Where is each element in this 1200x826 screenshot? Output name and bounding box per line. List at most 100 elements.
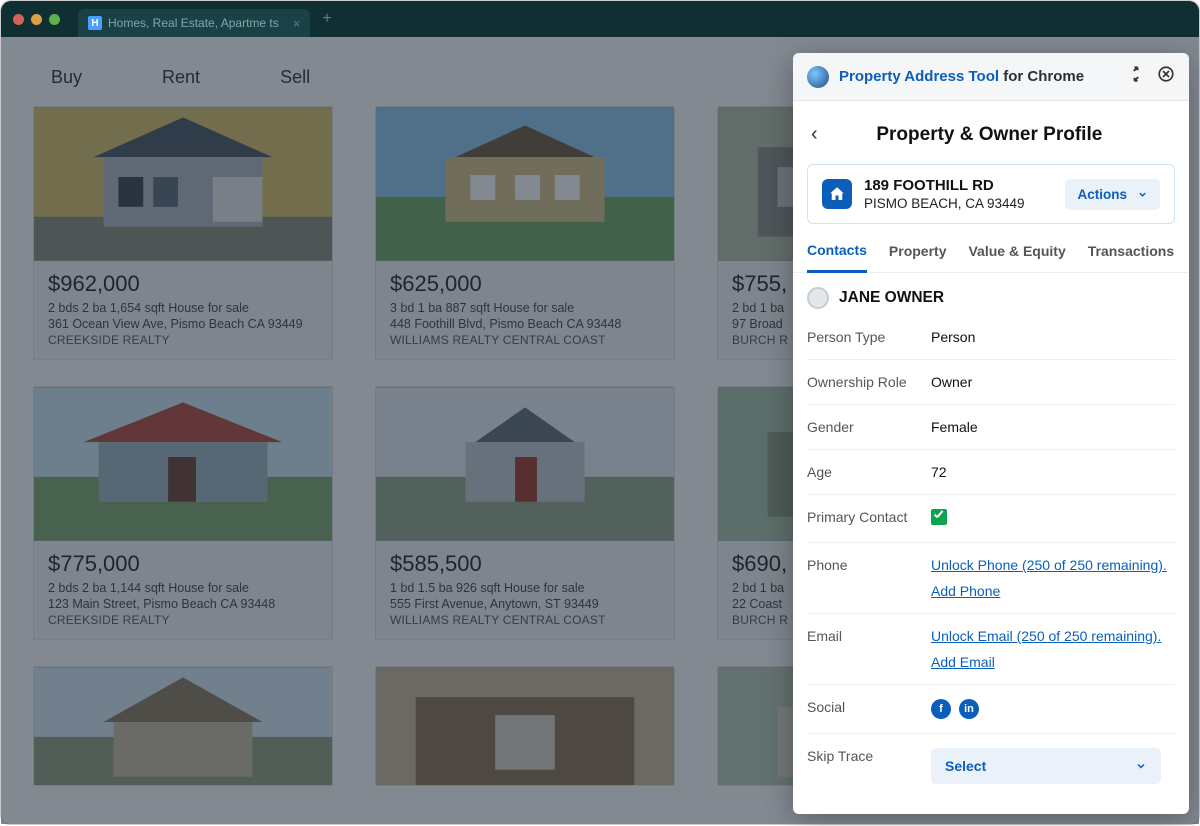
contact-fields: Person Type Person Ownership Role Owner … [793, 315, 1189, 798]
listing-agency: CREEKSIDE REALTY [48, 333, 318, 347]
listing-photo [34, 387, 332, 541]
listing-photo [34, 107, 332, 261]
listing-card[interactable]: $585,500 1 bd 1.5 ba 926 sqft House for … [375, 386, 675, 640]
panel-title-chrome: for Chrome [999, 68, 1084, 85]
label-gender: Gender [807, 419, 931, 435]
label-age: Age [807, 464, 931, 480]
label-role: Ownership Role [807, 374, 931, 390]
nav-rent[interactable]: Rent [162, 67, 200, 88]
label-social: Social [807, 699, 931, 719]
field-primary-contact: Primary Contact [807, 495, 1175, 543]
home-icon [822, 179, 852, 209]
label-skip-trace: Skip Trace [807, 748, 931, 784]
field-email: Email Unlock Email (250 of 250 remaining… [807, 614, 1175, 685]
unlock-phone-link[interactable]: Unlock Phone (250 of 250 remaining). [931, 557, 1175, 573]
value-role: Owner [931, 374, 1175, 390]
listing-price: $962,000 [48, 271, 318, 297]
listing-address: 361 Ocean View Ave, Pismo Beach CA 93449 [48, 317, 318, 331]
label-email: Email [807, 628, 931, 670]
unlock-email-link[interactable]: Unlock Email (250 of 250 remaining). [931, 628, 1175, 644]
label-phone: Phone [807, 557, 931, 599]
field-phone: Phone Unlock Phone (250 of 250 remaining… [807, 543, 1175, 614]
field-social: Social f in [807, 685, 1175, 734]
listing-meta: 3 bd 1 ba 887 sqft House for sale [390, 301, 660, 315]
extension-logo-icon [807, 66, 829, 88]
collapse-icon[interactable] [1127, 65, 1145, 88]
label-person-type: Person Type [807, 329, 931, 345]
skip-trace-select[interactable]: Select [931, 748, 1161, 784]
panel-header: Property Address Tool for Chrome [793, 53, 1189, 101]
browser-chrome: H Homes, Real Estate, Apartme ts × + [1, 1, 1199, 37]
chevron-down-icon [1137, 189, 1148, 200]
tab-title: Homes, Real Estate, Apartme ts [108, 16, 279, 30]
extension-panel: Property Address Tool for Chrome ‹ Prope… [793, 53, 1189, 814]
listing-card[interactable]: $962,000 2 bds 2 ba 1,654 sqft House for… [33, 106, 333, 360]
listing-meta: 1 bd 1.5 ba 926 sqft House for sale [390, 581, 660, 595]
listing-photo [376, 387, 674, 541]
tab-value-equity[interactable]: Value & Equity [968, 243, 1065, 271]
owner-header: JANE OWNER [793, 273, 1189, 315]
minimize-window-icon[interactable] [31, 14, 42, 25]
listing-photo [34, 667, 332, 786]
listing-price: $775,000 [48, 551, 318, 577]
maximize-window-icon[interactable] [49, 14, 60, 25]
address-box: 189 FOOTHILL RD PISMO BEACH, CA 93449 Ac… [807, 164, 1175, 224]
address-line2: PISMO BEACH, CA 93449 [864, 196, 1053, 211]
listing-meta: 2 bds 2 ba 1,654 sqft House for sale [48, 301, 318, 315]
panel-title: Property Address Tool for Chrome [839, 68, 1084, 85]
nav-buy[interactable]: Buy [51, 67, 82, 88]
listing-address: 448 Foothill Blvd, Pismo Beach CA 93448 [390, 317, 660, 331]
listing-agency: WILLIAMS REALTY CENTRAL COAST [390, 333, 660, 347]
listing-photo [376, 107, 674, 261]
value-age: 72 [931, 464, 1175, 480]
nav-sell[interactable]: Sell [280, 67, 310, 88]
panel-title-tool: Property Address Tool [839, 68, 999, 85]
actions-label: Actions [1077, 187, 1127, 202]
address-line1: 189 FOOTHILL RD [864, 177, 1053, 194]
checkmark-icon [931, 509, 947, 525]
profile-title: Property & Owner Profile [830, 124, 1149, 146]
close-window-icon[interactable] [13, 14, 24, 25]
add-email-link[interactable]: Add Email [931, 654, 1175, 670]
chevron-down-icon [1135, 760, 1147, 772]
listing-photo [376, 667, 674, 786]
actions-button[interactable]: Actions [1065, 179, 1160, 210]
field-ownership-role: Ownership Role Owner [807, 360, 1175, 405]
listing-card[interactable]: $775,000 2 bds 2 ba 1,144 sqft House for… [33, 386, 333, 640]
listing-address: 555 First Avenue, Anytown, ST 93449 [390, 597, 660, 611]
value-person-type: Person [931, 329, 1175, 345]
add-phone-link[interactable]: Add Phone [931, 583, 1175, 599]
new-tab-icon[interactable]: + [322, 10, 331, 28]
linkedin-icon[interactable]: in [959, 699, 979, 719]
window-controls [13, 14, 60, 25]
listing-price: $585,500 [390, 551, 660, 577]
listing-price: $625,000 [390, 271, 660, 297]
panel-tabs: Contacts Property Value & Equity Transac… [793, 224, 1189, 273]
tab-transactions[interactable]: Transactions [1088, 243, 1174, 271]
back-icon[interactable]: ‹ [811, 123, 818, 146]
close-icon[interactable] [1157, 65, 1175, 88]
tab-property[interactable]: Property [889, 243, 947, 271]
field-age: Age 72 [807, 450, 1175, 495]
listing-address: 123 Main Street, Pismo Beach CA 93448 [48, 597, 318, 611]
label-primary: Primary Contact [807, 509, 931, 528]
skip-trace-select-label: Select [945, 758, 986, 774]
owner-name: JANE OWNER [839, 289, 944, 307]
close-tab-icon[interactable]: × [293, 16, 301, 31]
field-gender: Gender Female [807, 405, 1175, 450]
value-gender: Female [931, 419, 1175, 435]
browser-tab[interactable]: H Homes, Real Estate, Apartme ts × [78, 9, 310, 37]
favicon-icon: H [88, 16, 102, 30]
field-person-type: Person Type Person [807, 315, 1175, 360]
listing-card[interactable] [375, 666, 675, 786]
listing-meta: 2 bds 2 ba 1,144 sqft House for sale [48, 581, 318, 595]
avatar-icon [807, 287, 829, 309]
tab-contacts[interactable]: Contacts [807, 242, 867, 273]
listing-card[interactable] [33, 666, 333, 786]
field-skip-trace: Skip Trace Select [807, 734, 1175, 798]
listing-agency: WILLIAMS REALTY CENTRAL COAST [390, 613, 660, 627]
panel-subheader: ‹ Property & Owner Profile [793, 101, 1189, 158]
listing-card[interactable]: $625,000 3 bd 1 ba 887 sqft House for sa… [375, 106, 675, 360]
listing-agency: CREEKSIDE REALTY [48, 613, 318, 627]
facebook-icon[interactable]: f [931, 699, 951, 719]
